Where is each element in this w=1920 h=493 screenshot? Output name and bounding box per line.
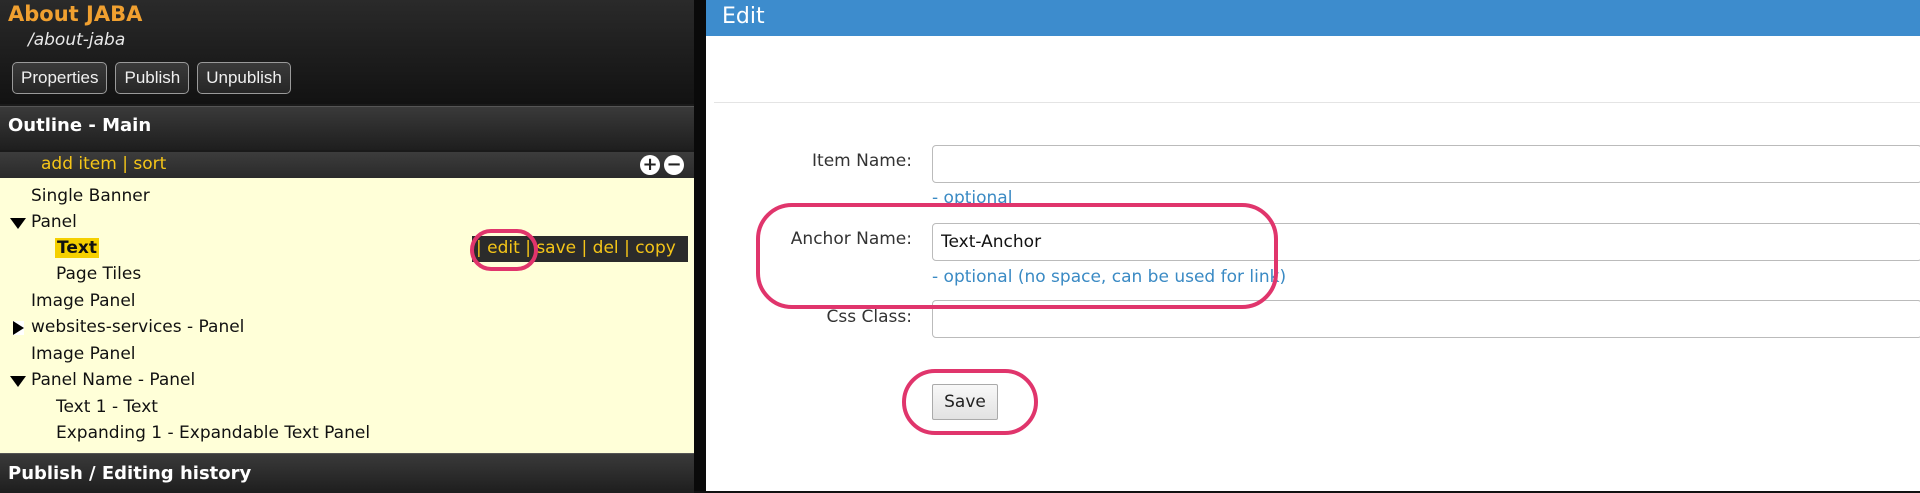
item-name-label: Item Name:	[812, 151, 912, 171]
outline-actions-bar: add item | sort + −	[0, 152, 694, 178]
edit-link[interactable]: edit	[487, 238, 520, 258]
panel-divider[interactable]	[694, 0, 706, 491]
publish-button[interactable]: Publish	[115, 62, 190, 94]
row-tools-separator: |	[581, 238, 588, 258]
sort-link[interactable]: sort	[133, 154, 166, 174]
css-class-input[interactable]	[932, 300, 1920, 338]
properties-button[interactable]: Properties	[12, 62, 108, 94]
tree-item[interactable]: Text 1 - Text	[0, 395, 694, 421]
collapsed-triangle-icon[interactable]	[13, 321, 24, 335]
unpublish-button[interactable]: Unpublish	[197, 62, 291, 94]
edit-title: Edit	[722, 4, 765, 29]
page-title: About JABA	[8, 2, 143, 26]
edit-panel: Edit Item Name: - optional Anchor Name: …	[706, 0, 1920, 491]
anchor-name-label: Anchor Name:	[790, 229, 912, 249]
row-tools-separator: |	[525, 238, 531, 258]
separator: |	[122, 154, 128, 174]
tree-item[interactable]: Image Panel	[0, 289, 694, 315]
anchor-name-hint: - optional (no space, can be used for li…	[932, 267, 1287, 287]
tree-item[interactable]: Page Tiles	[0, 262, 694, 288]
row-tools: | edit | save | del | copy	[472, 236, 688, 262]
delete-link[interactable]: del	[593, 238, 619, 258]
tree-item-label[interactable]: Panel Name - Panel	[31, 370, 195, 390]
add-item-link[interactable]: add item	[41, 154, 117, 174]
outline-tree: Single Banner Panel Text | edit | save |…	[0, 178, 694, 453]
expanded-triangle-icon[interactable]	[10, 376, 26, 387]
item-name-input[interactable]	[932, 145, 1920, 183]
tree-item-label[interactable]: Image Panel	[31, 291, 136, 311]
save-link[interactable]: save	[536, 238, 576, 258]
tree-item-label[interactable]: Expanding 1 - Expandable Text Panel	[56, 423, 370, 443]
tree-item-label[interactable]: Text 1 - Text	[56, 397, 158, 417]
edit-header: Edit	[706, 0, 1920, 36]
item-name-hint: - optional	[932, 188, 1013, 208]
outline-section-title[interactable]: Outline - Main	[0, 106, 694, 150]
row-tools-separator: |	[624, 238, 630, 258]
tree-item[interactable]: websites-services - Panel	[0, 315, 694, 341]
page-path: /about-jaba	[28, 30, 126, 50]
expand-all-icon[interactable]: +	[640, 155, 660, 175]
page-actions: Properties Publish Unpublish	[12, 62, 291, 94]
tree-item-label[interactable]: Single Banner	[31, 186, 150, 206]
page-header: About JABA /about-jaba Properties Publis…	[0, 0, 694, 104]
tree-item-label[interactable]: Image Panel	[31, 344, 136, 364]
expanded-triangle-icon[interactable]	[10, 218, 26, 229]
collapse-all-icon[interactable]: −	[664, 155, 684, 175]
tree-item-label[interactable]: Panel	[31, 212, 77, 232]
row-tools-separator: |	[476, 238, 482, 258]
divider	[714, 102, 1920, 103]
css-class-label: Css Class:	[826, 307, 912, 327]
tree-item-label[interactable]: Text	[55, 238, 99, 258]
tree-item[interactable]: Panel Name - Panel	[0, 368, 694, 394]
tree-item-label[interactable]: Page Tiles	[56, 264, 141, 284]
tree-item-selected[interactable]: Text | edit | save | del | copy	[0, 236, 694, 262]
copy-link[interactable]: copy	[635, 238, 676, 258]
tree-item[interactable]: Expanding 1 - Expandable Text Panel	[0, 421, 694, 447]
tree-item[interactable]: Single Banner	[0, 184, 694, 210]
outline-panel: About JABA /about-jaba Properties Publis…	[0, 0, 694, 493]
tree-item-label[interactable]: websites-services - Panel	[31, 317, 244, 337]
tree-item[interactable]: Panel	[0, 210, 694, 236]
history-section-title[interactable]: Publish / Editing history	[0, 453, 694, 493]
anchor-name-input[interactable]	[932, 223, 1920, 261]
save-button[interactable]: Save	[932, 384, 998, 420]
tree-item[interactable]: Image Panel	[0, 342, 694, 368]
